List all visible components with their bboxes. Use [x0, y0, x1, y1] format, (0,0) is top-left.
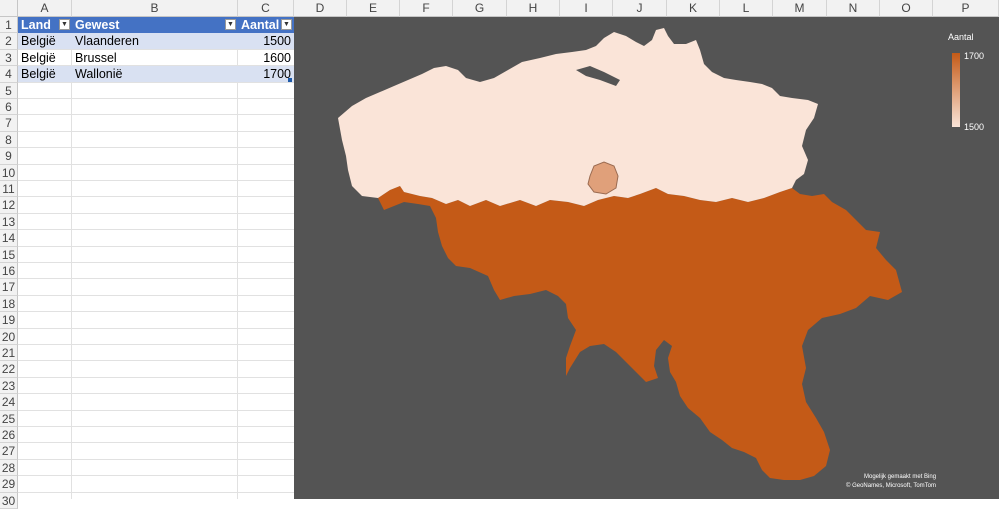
- grid-line: [18, 212, 294, 214]
- row-header-15[interactable]: 15: [0, 246, 18, 263]
- row-header-5[interactable]: 5: [0, 82, 18, 99]
- column-header-j[interactable]: J: [613, 0, 667, 17]
- row-header-11[interactable]: 11: [0, 181, 18, 198]
- grid-line: [18, 180, 294, 181]
- grid-line: [18, 327, 294, 329]
- row-header-25[interactable]: 25: [0, 410, 18, 427]
- map-credit-bing: Mogelijk gemaakt met Bing: [864, 474, 937, 480]
- grid-line: [18, 294, 294, 296]
- table-cell[interactable]: Brussel: [72, 50, 238, 66]
- filter-dropdown-icon[interactable]: ▼: [59, 19, 70, 30]
- row-header-18[interactable]: 18: [0, 295, 18, 313]
- table-resize-handle[interactable]: [288, 78, 292, 82]
- row-header-13[interactable]: 13: [0, 213, 18, 231]
- grid-line: [18, 130, 294, 132]
- row-header-7[interactable]: 7: [0, 115, 18, 132]
- row-header-2[interactable]: 2: [0, 33, 18, 50]
- map-credit-attribution: © GeoNames, Microsoft, TomTom: [846, 483, 936, 489]
- grid-line: [18, 458, 294, 460]
- row-header-3[interactable]: 3: [0, 49, 18, 67]
- grid-line: [18, 344, 294, 345]
- grid-line: [18, 442, 294, 444]
- row-header-14[interactable]: 14: [0, 230, 18, 247]
- grid-line: [18, 229, 294, 231]
- row-header-10[interactable]: 10: [0, 164, 18, 181]
- grid-line: [18, 262, 294, 263]
- column-header-d[interactable]: D: [294, 0, 347, 17]
- column-header-f[interactable]: F: [400, 0, 453, 17]
- row-header-24[interactable]: 24: [0, 394, 18, 411]
- row-header-6[interactable]: 6: [0, 99, 18, 116]
- grid-line: [18, 196, 294, 198]
- row-header-1[interactable]: 1: [0, 17, 18, 34]
- grid-line: [18, 278, 294, 280]
- row-header-4[interactable]: 4: [0, 66, 18, 83]
- column-header-n[interactable]: N: [827, 0, 880, 17]
- region-vlaanderen[interactable]: [338, 28, 818, 206]
- table-cell[interactable]: Vlaanderen: [72, 33, 238, 50]
- column-header-k[interactable]: K: [667, 0, 720, 17]
- table-cell[interactable]: Wallonië: [72, 66, 238, 83]
- table-cell[interactable]: België: [18, 66, 72, 83]
- column-header-l[interactable]: L: [720, 0, 773, 17]
- grid-line: [18, 426, 294, 427]
- grid-line: [18, 98, 294, 99]
- row-header-22[interactable]: 22: [0, 361, 18, 378]
- grid-line: [18, 475, 294, 477]
- grid-line: [18, 163, 294, 165]
- row-header-28[interactable]: 28: [0, 459, 18, 477]
- filter-dropdown-icon[interactable]: ▼: [281, 19, 292, 30]
- legend-min-value: 1500: [964, 122, 985, 132]
- column-header-a[interactable]: A: [18, 0, 72, 17]
- table-cell[interactable]: België: [18, 50, 72, 66]
- grid-line: [18, 491, 294, 493]
- table-cell[interactable]: 1600: [238, 50, 294, 66]
- row-header-20[interactable]: 20: [0, 328, 18, 345]
- column-header-p[interactable]: P: [933, 0, 999, 17]
- row-header-21[interactable]: 21: [0, 345, 18, 362]
- legend-title: Aantal: [948, 32, 974, 42]
- legend-max-value: 1700: [964, 51, 985, 61]
- column-header-g[interactable]: G: [453, 0, 507, 17]
- grid-line: [18, 114, 294, 116]
- column-header-e[interactable]: E: [347, 0, 400, 17]
- row-header-8[interactable]: 8: [0, 131, 18, 149]
- column-header-h[interactable]: H: [507, 0, 560, 17]
- grid-line: [18, 393, 294, 395]
- row-header-29[interactable]: 29: [0, 476, 18, 493]
- column-header-o[interactable]: O: [880, 0, 933, 17]
- select-all-corner[interactable]: [0, 0, 18, 17]
- grid-line: [18, 147, 294, 149]
- table-cell[interactable]: 1500: [238, 33, 294, 50]
- table-cell[interactable]: België: [18, 33, 72, 50]
- grid-line: [18, 311, 294, 313]
- table-cell[interactable]: 1700: [238, 66, 294, 83]
- belgium-map: [338, 28, 902, 480]
- row-header-27[interactable]: 27: [0, 443, 18, 460]
- row-header-19[interactable]: 19: [0, 312, 18, 329]
- region-wallonie[interactable]: [378, 186, 902, 480]
- map-chart[interactable]: [294, 17, 999, 499]
- column-header-b[interactable]: B: [72, 0, 238, 17]
- row-header-26[interactable]: 26: [0, 427, 18, 444]
- column-header-m[interactable]: M: [773, 0, 827, 17]
- grid-line: [18, 245, 294, 247]
- row-header-23[interactable]: 23: [0, 377, 18, 395]
- row-header-17[interactable]: 17: [0, 279, 18, 296]
- grid-line: [18, 360, 294, 362]
- column-header-c[interactable]: C: [238, 0, 294, 17]
- table-header-gewest[interactable]: Gewest: [72, 17, 238, 33]
- grid-line: [18, 409, 294, 411]
- grid-line: [18, 376, 294, 378]
- column-header-i[interactable]: I: [560, 0, 613, 17]
- legend-color-scale: [952, 53, 960, 127]
- row-header-9[interactable]: 9: [0, 148, 18, 165]
- row-header-12[interactable]: 12: [0, 197, 18, 214]
- row-header-30[interactable]: 30: [0, 492, 18, 509]
- filter-dropdown-icon[interactable]: ▼: [225, 19, 236, 30]
- row-header-16[interactable]: 16: [0, 263, 18, 280]
